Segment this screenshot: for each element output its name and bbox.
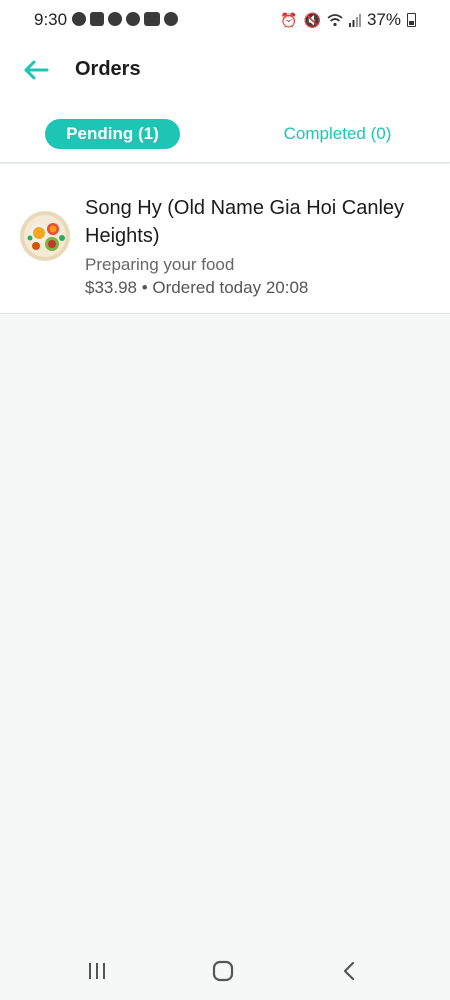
notification-icons: [72, 12, 178, 26]
back-icon: [343, 961, 355, 981]
home-button[interactable]: [203, 956, 243, 986]
page-title: Orders: [75, 58, 141, 80]
battery-percent: 37%: [366, 10, 401, 29]
restaurant-name: Song Hy (Old Name Gia Hoi Canley Heights…: [85, 197, 405, 247]
orders-screen: 9:30 ⏰ 🔇 37% Orders Pending (1) Complete…: [0, 0, 450, 1000]
arrow-left-icon: [24, 60, 49, 80]
home-icon: [212, 960, 234, 982]
order-meta: $33.98 • Ordered today 20:08: [85, 276, 425, 300]
separator-dot: •: [141, 278, 148, 297]
back-button[interactable]: [20, 54, 52, 86]
status-right: ⏰ 🔇 37%: [280, 10, 416, 30]
alarm-icon: ⏰: [280, 11, 298, 28]
signal-icon: [348, 14, 361, 27]
system-nav-bar: [0, 940, 450, 1000]
recent-apps-button[interactable]: [77, 956, 117, 986]
wifi-icon: [327, 14, 343, 27]
food-plate-icon: [20, 211, 70, 261]
notification-icon: [90, 12, 104, 26]
status-time: 9:30: [34, 10, 68, 29]
order-list-item[interactable]: Song Hy (Old Name Gia Hoi Canley Heights…: [0, 164, 450, 314]
order-status: Preparing your food: [85, 255, 235, 274]
battery-icon: [407, 13, 416, 27]
refresh-icon: [126, 12, 140, 26]
tab-pending[interactable]: Pending (1): [45, 119, 180, 149]
order-price: $33.98: [85, 278, 137, 297]
app-icon: [144, 12, 160, 26]
recent-apps-icon: [89, 963, 105, 979]
restaurant-avatar: [20, 211, 70, 261]
status-bar: 9:30 ⏰ 🔇 37%: [0, 0, 450, 40]
accessibility-icon: [164, 12, 178, 26]
system-back-button[interactable]: [329, 956, 369, 986]
mute-icon: 🔇: [303, 11, 321, 28]
orders-header: Orders Pending (1) Completed (0): [0, 40, 450, 163]
order-time: Ordered today 20:08: [152, 278, 309, 297]
shazam-icon: [108, 12, 122, 26]
messenger-icon: [72, 12, 86, 26]
tab-completed[interactable]: Completed (0): [270, 119, 405, 149]
order-details: Song Hy (Old Name Gia Hoi Canley Heights…: [85, 194, 425, 300]
